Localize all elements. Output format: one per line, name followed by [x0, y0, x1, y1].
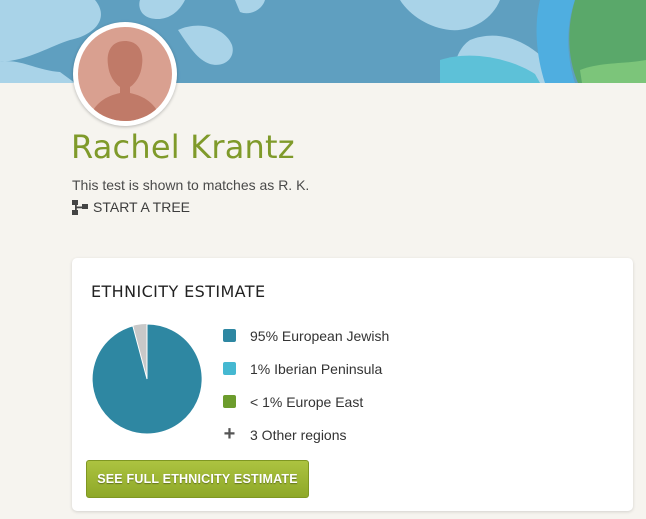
profile-name: Rachel Krantz [71, 128, 295, 166]
legend-item[interactable]: 1% Iberian Peninsula [223, 352, 389, 385]
avatar[interactable] [73, 22, 177, 126]
plus-icon: + [223, 423, 236, 445]
privacy-note: This test is shown to matches as R. K. [72, 177, 310, 193]
tree-icon [72, 199, 88, 215]
start-tree-label: START A TREE [93, 199, 191, 215]
card-title: ETHNICITY ESTIMATE [91, 282, 266, 301]
other-regions-label: 3 Other regions [250, 426, 347, 443]
see-full-ethnicity-button[interactable]: SEE FULL ETHNICITY ESTIMATE [86, 460, 309, 498]
pie-slice-european-jewish [91, 323, 203, 435]
swatch-european-jewish [223, 329, 236, 342]
legend-item[interactable]: < 1% Europe East [223, 385, 389, 418]
legend-label: 1% Iberian Peninsula [250, 360, 383, 377]
other-regions-item[interactable]: + 3 Other regions [223, 418, 389, 451]
legend-label: < 1% Europe East [250, 393, 364, 410]
swatch-europe-east [223, 395, 236, 408]
swatch-iberian-peninsula [223, 362, 236, 375]
start-tree-link[interactable]: START A TREE [72, 199, 190, 215]
legend-label: 95% European Jewish [250, 327, 390, 344]
ethnicity-pie-chart[interactable] [90, 322, 204, 436]
legend-item[interactable]: 95% European Jewish [223, 319, 389, 352]
ethnicity-estimate-card: ETHNICITY ESTIMATE 95% European Jewish 1… [72, 258, 633, 511]
avatar-silhouette-icon [78, 27, 172, 121]
ethnicity-legend: 95% European Jewish 1% Iberian Peninsula… [223, 319, 389, 451]
